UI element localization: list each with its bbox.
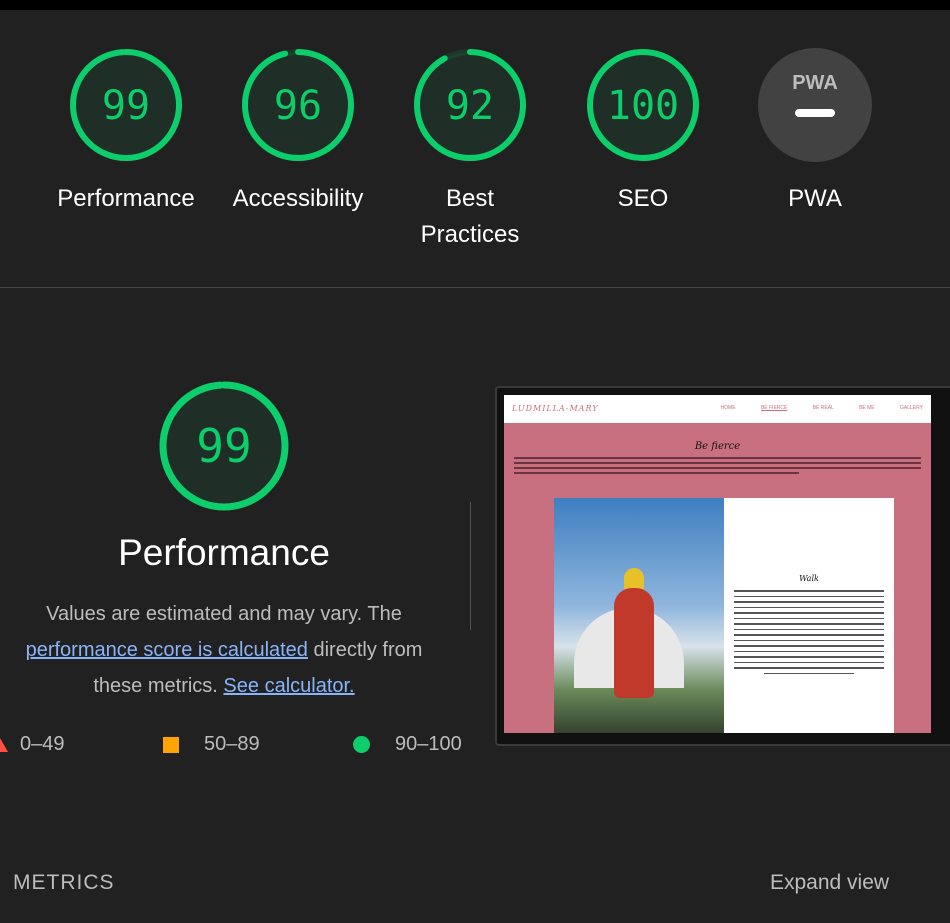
screenshot-logo: LUDMILLA-MARY xyxy=(512,404,599,413)
desc-text: Values are estimated and may vary. The xyxy=(46,603,402,625)
screenshot-photo xyxy=(554,498,724,733)
performance-title: Performance xyxy=(118,532,330,573)
gauge-seo[interactable]: 100 SEO xyxy=(557,47,729,217)
gauge-ring: 99 xyxy=(159,381,289,511)
legend-fail: 0–49 xyxy=(0,733,65,756)
screenshot-page: LUDMILLA-MARY HOME BE FIERCE BE REAL BE … xyxy=(504,395,931,733)
square-icon xyxy=(163,736,179,753)
gauge-label: Best Practices xyxy=(420,185,520,248)
gauge-label: Performance xyxy=(57,185,195,212)
gauge-score: 100 xyxy=(607,83,679,129)
final-screenshot[interactable]: LUDMILLA-MARY HOME BE FIERCE BE REAL BE … xyxy=(495,386,950,746)
person-figure xyxy=(614,588,654,698)
gauge-ring: 99 xyxy=(70,49,182,161)
performance-description: Values are estimated and may vary. The p… xyxy=(0,596,448,704)
screenshot-nav-links: HOME BE FIERCE BE REAL BE ME GALLERY xyxy=(697,405,923,411)
vertical-divider xyxy=(470,502,471,630)
score-calculated-link[interactable]: performance score is calculated xyxy=(26,639,308,661)
legend-average: 50–89 xyxy=(163,733,260,756)
legend-label: 50–89 xyxy=(204,733,260,755)
gauge-score: 96 xyxy=(274,83,322,129)
legend-label: 0–49 xyxy=(20,733,65,755)
screenshot-nav-item: HOME xyxy=(720,405,736,411)
see-calculator-link[interactable]: See calculator. xyxy=(223,675,354,697)
gauge-accessibility[interactable]: 96 Accessibility xyxy=(212,47,384,217)
screenshot-nav-item: GALLERY xyxy=(900,405,923,411)
top-bar xyxy=(0,0,950,10)
triangle-icon xyxy=(0,737,8,752)
screenshot-nav: LUDMILLA-MARY HOME BE FIERCE BE REAL BE … xyxy=(504,395,931,423)
legend-pass: 90–100 xyxy=(353,733,462,756)
expand-view-button[interactable]: Expand view xyxy=(770,871,889,895)
gauge-ring: 100 xyxy=(587,49,699,161)
screenshot-nav-item: BE ME xyxy=(859,405,875,411)
gauge-score: 99 xyxy=(102,83,150,129)
screenshot-nav-item: BE REAL xyxy=(812,405,834,411)
screenshot-card-text xyxy=(734,590,884,678)
gauge-ring: 92 xyxy=(414,49,526,161)
svg-text:PWA: PWA xyxy=(792,72,838,94)
gauge-pwa[interactable]: PWA PWA xyxy=(729,47,901,217)
section-divider xyxy=(0,287,950,288)
screenshot-heading: Be fierce xyxy=(694,441,741,452)
gauge-performance[interactable]: 99 Performance xyxy=(40,47,212,217)
performance-score: 99 xyxy=(196,419,251,473)
gauge-label: SEO xyxy=(617,185,669,212)
gauge-label: Accessibility xyxy=(232,185,364,212)
gauge-label: PWA xyxy=(788,185,842,212)
gauge-ring: 96 xyxy=(242,49,354,161)
pwa-badge-icon: PWA xyxy=(758,48,872,162)
screenshot-textcard: Walk xyxy=(724,498,894,733)
gauge-best-practices[interactable]: 92 Best Practices xyxy=(384,47,556,253)
screenshot-card-heading: Walk xyxy=(799,574,819,583)
screenshot-paragraph xyxy=(514,457,921,477)
circle-icon xyxy=(353,736,370,753)
screenshot-nav-item: BE FIERCE xyxy=(760,405,788,411)
gauge-score: 92 xyxy=(446,83,494,129)
performance-gauge: 99 xyxy=(158,380,290,517)
legend-label: 90–100 xyxy=(395,733,462,755)
metrics-heading: METRICS xyxy=(13,871,115,894)
